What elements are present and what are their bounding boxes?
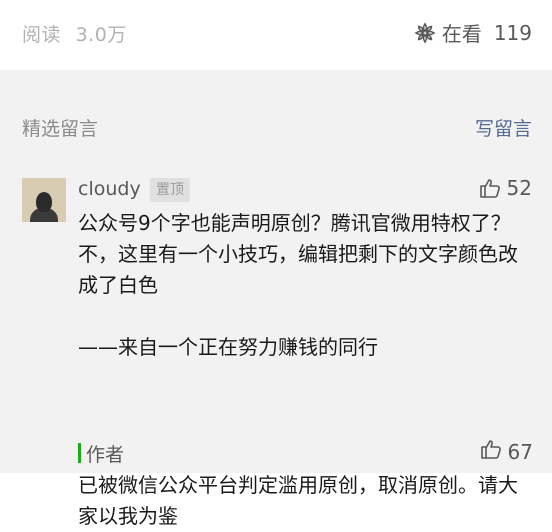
- author-label: 作者: [86, 444, 125, 466]
- comment-like-count: 52: [506, 176, 532, 200]
- looking-button[interactable]: 在看 119: [414, 18, 532, 47]
- reply-text: 已被微信公众平台判定滥用原创，取消原创。请大家以我为鉴: [78, 473, 518, 528]
- reply-like-button[interactable]: 67: [480, 438, 533, 465]
- section-title: 精选留言: [22, 118, 99, 140]
- looking-label: 在看: [441, 22, 482, 46]
- reply-like-count: 67: [507, 439, 533, 464]
- author-reply-marker: [78, 443, 81, 463]
- read-label: 阅读: [22, 24, 62, 46]
- comments-header: 精选留言 写留言: [0, 108, 552, 148]
- avatar-figure-head: [36, 192, 52, 212]
- write-comment-link[interactable]: 写留言: [475, 114, 532, 141]
- article-stats-bar: 阅读 3.0万 在看 119: [0, 0, 552, 70]
- read-count-value: 3.0万: [75, 24, 127, 46]
- thumbs-up-icon: [480, 438, 502, 465]
- avatar[interactable]: [22, 178, 66, 222]
- comments-area: 精选留言 写留言 cloudy 置顶 52 公众号9个字也能声明原创？腾讯官微用…: [0, 70, 552, 528]
- pinned-badge: 置顶: [150, 178, 190, 202]
- flower-icon: [414, 22, 436, 44]
- looking-count: 119: [493, 20, 532, 45]
- comment-nickname[interactable]: cloudy: [78, 178, 141, 200]
- thumbs-up-icon: [479, 177, 501, 199]
- comment-like-button[interactable]: 52: [479, 176, 532, 200]
- comment-text: 公众号9个字也能声明原创？腾讯官微用特权了？不，这里有一个小技巧，编辑把剩下的文…: [78, 211, 518, 359]
- read-count: 阅读 3.0万: [22, 20, 127, 47]
